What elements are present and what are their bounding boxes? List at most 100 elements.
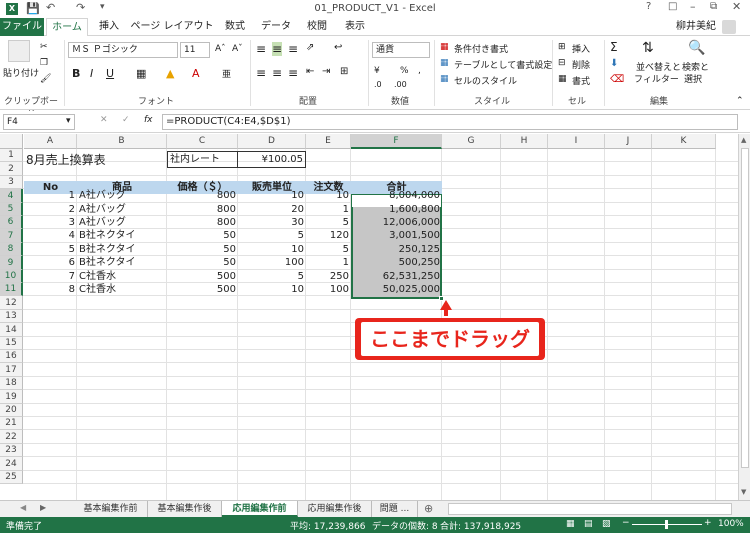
- cell-product[interactable]: B社ネクタイ: [77, 229, 167, 242]
- font-name-select[interactable]: ＭＳ Ｐゴシック: [68, 42, 178, 58]
- cell-unit[interactable]: 5: [238, 270, 306, 283]
- cell-total[interactable]: 62,531,250: [351, 270, 442, 283]
- format-as-table-button[interactable]: テーブルとして書式設定: [454, 58, 552, 71]
- cell-price[interactable]: 50: [167, 229, 238, 242]
- zoom-slider-thumb[interactable]: [665, 520, 668, 529]
- enter-icon[interactable]: ✓: [122, 115, 130, 125]
- cell-total[interactable]: 1,600,800: [351, 203, 442, 216]
- row-header[interactable]: 12: [0, 296, 23, 310]
- cell-unit[interactable]: 100: [238, 256, 306, 269]
- cell-styles-icon[interactable]: ▦: [440, 74, 449, 84]
- scroll-down-icon[interactable]: ▼: [741, 488, 746, 496]
- number-format-select[interactable]: 通貨: [372, 42, 430, 58]
- tab-view[interactable]: 表示: [338, 18, 372, 36]
- italic-icon[interactable]: I: [90, 67, 93, 80]
- sheet-tab-active[interactable]: 応用編集作前: [222, 501, 298, 517]
- page-break-view-icon[interactable]: ▧: [602, 519, 611, 529]
- tab-home[interactable]: ホーム: [46, 18, 88, 36]
- cell-total[interactable]: 250,125: [351, 243, 442, 256]
- fill-color-icon[interactable]: ▲: [166, 67, 174, 80]
- cell-qty[interactable]: 5: [306, 243, 351, 256]
- cell-unit[interactable]: 5: [238, 229, 306, 242]
- new-sheet-icon[interactable]: ⊕: [424, 502, 433, 515]
- row-header[interactable]: 1: [0, 149, 23, 162]
- ribbon-display-options-icon[interactable]: □: [668, 1, 677, 12]
- minimize-icon[interactable]: –: [690, 0, 696, 13]
- merge-center-icon[interactable]: ⊞: [340, 66, 348, 77]
- cell-price[interactable]: 800: [167, 189, 238, 202]
- cell-no[interactable]: 8: [24, 283, 77, 296]
- cell-total[interactable]: 500,250: [351, 256, 442, 269]
- row-header[interactable]: 14: [0, 323, 23, 337]
- scroll-left-sheet-icon[interactable]: ◀: [20, 503, 26, 512]
- format-painter-icon[interactable]: 🖌: [40, 74, 51, 84]
- comma-icon[interactable]: ,: [418, 66, 421, 76]
- row-header[interactable]: 2: [0, 162, 23, 176]
- insert-cells-button[interactable]: 挿入: [572, 42, 590, 55]
- cell-price[interactable]: 800: [167, 203, 238, 216]
- font-color-icon[interactable]: A: [192, 67, 200, 80]
- cell-qty[interactable]: 1: [306, 256, 351, 269]
- cell-price[interactable]: 500: [167, 283, 238, 296]
- align-bottom-icon[interactable]: ≡: [288, 42, 298, 56]
- help-icon[interactable]: ?: [646, 1, 651, 12]
- rate-label-cell[interactable]: 社内レート: [167, 151, 238, 168]
- conditional-format-button[interactable]: 条件付き書式: [454, 42, 508, 55]
- scroll-up-icon[interactable]: ▲: [741, 136, 746, 144]
- cell-price[interactable]: 500: [167, 270, 238, 283]
- name-box[interactable]: F4: [3, 114, 75, 130]
- align-top-icon[interactable]: ≡: [256, 42, 266, 56]
- format-as-table-icon[interactable]: ▦: [440, 58, 449, 68]
- row-header[interactable]: 22: [0, 430, 23, 444]
- align-center-icon[interactable]: ≡: [272, 66, 282, 80]
- cell-unit[interactable]: 20: [238, 203, 306, 216]
- worksheet-grid[interactable]: ABCDEFGHIJK 1 2 3 4 5 6 7 8 9 10 11 12 13 14 15 16 17 18 1…: [0, 134, 738, 500]
- tab-formulas[interactable]: 数式: [218, 18, 252, 36]
- formula-input[interactable]: =PRODUCT(C4:E4,$D$1): [162, 114, 738, 130]
- paste-icon[interactable]: [8, 40, 30, 62]
- user-name[interactable]: 柳井美紀: [672, 18, 720, 36]
- cell-unit[interactable]: 10: [238, 283, 306, 296]
- page-layout-view-icon[interactable]: ▤: [584, 519, 593, 529]
- tab-data[interactable]: データ: [256, 18, 296, 36]
- cut-icon[interactable]: ✂: [40, 42, 48, 52]
- column-header[interactable]: I: [548, 134, 605, 149]
- insert-cells-icon[interactable]: ⊞: [558, 42, 566, 52]
- column-header[interactable]: E: [306, 134, 351, 149]
- horizontal-scrollbar[interactable]: [448, 503, 732, 515]
- cell-unit[interactable]: 10: [238, 243, 306, 256]
- row-header[interactable]: 7: [0, 229, 23, 243]
- zoom-out-icon[interactable]: −: [622, 518, 630, 528]
- zoom-level[interactable]: 100%: [718, 519, 744, 529]
- row-header[interactable]: 18: [0, 377, 23, 390]
- row-header[interactable]: 13: [0, 310, 23, 323]
- column-header[interactable]: H: [501, 134, 548, 149]
- cell-total[interactable]: 3,001,500: [351, 229, 442, 242]
- delete-cells-button[interactable]: 削除: [572, 58, 590, 71]
- cell-total[interactable]: 12,006,000: [351, 216, 442, 229]
- row-header[interactable]: 19: [0, 390, 23, 404]
- underline-icon[interactable]: U: [106, 67, 114, 80]
- insert-function-icon[interactable]: fx: [144, 115, 153, 125]
- cell-qty[interactable]: 10: [306, 189, 351, 202]
- find-select-icon[interactable]: 🔍: [688, 40, 705, 56]
- cell-product[interactable]: A社バッグ: [77, 216, 167, 229]
- cell-no[interactable]: 6: [24, 256, 77, 269]
- font-size-select[interactable]: 11: [180, 42, 210, 58]
- align-middle-icon[interactable]: ≡: [272, 42, 283, 56]
- vertical-scrollbar[interactable]: ▲ ▼: [738, 134, 750, 500]
- format-cells-button[interactable]: 書式: [572, 74, 590, 87]
- row-header[interactable]: 6: [0, 216, 23, 229]
- align-right-icon[interactable]: ≡: [288, 66, 298, 80]
- cell-product[interactable]: B社ネクタイ: [77, 243, 167, 256]
- column-header[interactable]: F: [351, 134, 442, 149]
- row-header[interactable]: 4: [0, 189, 23, 203]
- sheet-tab[interactable]: 基本編集作前: [74, 501, 148, 517]
- bold-icon[interactable]: B: [72, 67, 80, 80]
- paste-button[interactable]: 貼り付け: [3, 66, 39, 79]
- increase-decimal-icon[interactable]: .0: [374, 80, 382, 89]
- row-header[interactable]: 10: [0, 270, 23, 283]
- sheet-tab[interactable]: 応用編集作後: [298, 501, 372, 517]
- column-header[interactable]: B: [77, 134, 167, 149]
- cell-product[interactable]: B社ネクタイ: [77, 256, 167, 269]
